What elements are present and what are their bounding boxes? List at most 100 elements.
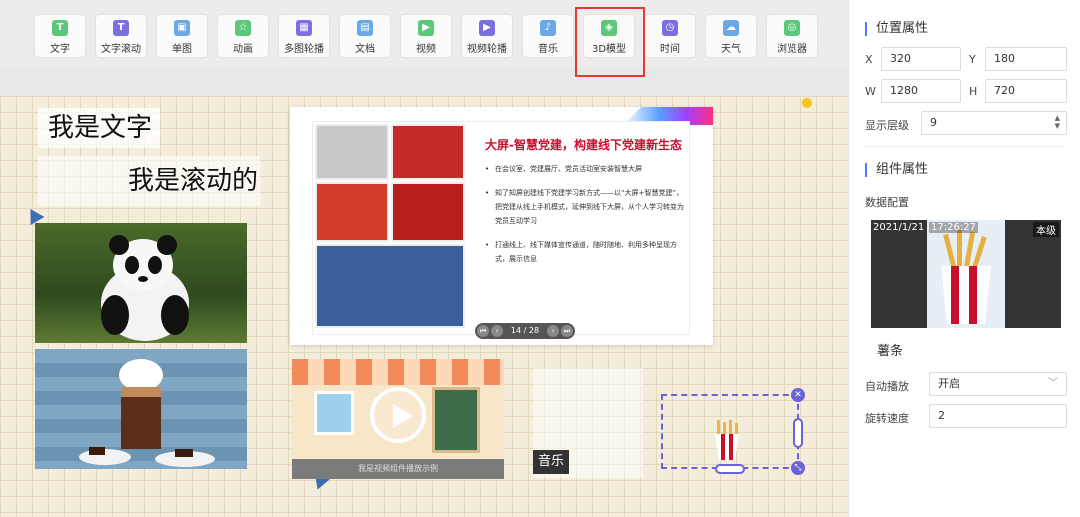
fries-preview-icon	[941, 230, 991, 324]
slide-bullet: 打通线上、线下媒体宣传通道，随时随地、利用多种呈现方式，展示信息	[485, 238, 685, 266]
tool-icon: T	[52, 20, 68, 36]
tool-3-button[interactable]: ☆ 动画	[217, 14, 269, 58]
tool-label: 文字	[50, 44, 70, 55]
prev-page-icon[interactable]: ‹	[491, 325, 503, 337]
preview-badge: 本级	[1033, 222, 1059, 237]
property-panel: 位置属性 X 320 Y 180 W 1280 H 720 显示层级 9 ▲ ▼ …	[848, 0, 1080, 517]
tool-label: 时间	[660, 44, 680, 55]
tool-icon: ♪	[540, 20, 556, 36]
tool-5-button[interactable]: ▤ 文档	[339, 14, 391, 58]
chevron-down-icon: ﹀	[1048, 378, 1058, 389]
data-config-label: 数据配置	[865, 196, 909, 209]
y-input[interactable]: 180	[985, 47, 1067, 71]
tool-icon: ☆	[235, 20, 251, 36]
tool-4-button[interactable]: ▦ 多图轮播	[278, 14, 330, 58]
text-component[interactable]: 我是文字	[38, 108, 160, 148]
preview-date: 2021/1/21	[873, 222, 925, 233]
editor-app: T 文字 T 文字滚动 ▣ 单图 ☆ 动画 ▦ 多图轮播 ▤ 文档 ▶ 视频 ▶ 视频轮播 ♪ 音乐 ◈ 3D模型 ◷ 时…	[0, 0, 1080, 517]
h-input[interactable]: 720	[985, 79, 1067, 103]
tool-label: 浏览器	[777, 44, 807, 55]
model-preview[interactable]: 2021/1/21 17:26:27 本级	[871, 220, 1061, 328]
divider	[865, 146, 1065, 147]
stepper-arrows-icon[interactable]: ▲ ▼	[1055, 114, 1060, 130]
tool-1-button[interactable]: T 文字滚动	[95, 14, 147, 58]
slide-title: 大屏-智慧党建，构建线下党建新生态	[485, 138, 682, 152]
close-icon[interactable]: ✕	[791, 388, 805, 402]
tool-8-button[interactable]: ♪ 音乐	[522, 14, 574, 58]
layer-stepper[interactable]: 9 ▲ ▼	[921, 111, 1067, 135]
selected-3d-model[interactable]: ✕ ⤡	[661, 388, 805, 475]
autoplay-label: 自动播放	[865, 380, 909, 393]
preview-time: 17:26:27	[929, 222, 978, 233]
scroll-text-component[interactable]: 我是滚动的	[38, 156, 260, 206]
slide: 大屏-智慧党建，构建线下党建新生态 在会议室、党建展厅、党员活动室安装智慧大屏 …	[312, 121, 690, 339]
component-section-title: 组件属性	[865, 163, 928, 177]
tool-label: 文字滚动	[101, 44, 141, 55]
shop-window	[314, 391, 354, 435]
tool-icon: ◎	[784, 20, 800, 36]
image-chocolate-drink[interactable]	[35, 349, 247, 469]
decor-dot	[802, 98, 812, 108]
panda-image	[101, 235, 189, 341]
tool-label: 单图	[172, 44, 192, 55]
tool-label: 视频轮播	[467, 44, 507, 55]
tool-label: 动画	[233, 44, 253, 55]
image-panda[interactable]	[35, 223, 247, 343]
tool-11-button[interactable]: ☁ 天气	[705, 14, 757, 58]
tool-label: 天气	[721, 44, 741, 55]
tool-10-button[interactable]: ◷ 时间	[644, 14, 696, 58]
tool-label: 多图轮播	[284, 44, 324, 55]
next-page-icon[interactable]: ›	[547, 325, 559, 337]
autoplay-select[interactable]: 开启 ﹀	[929, 372, 1067, 396]
tool-icon: ▣	[174, 20, 190, 36]
music-label: 音乐	[533, 450, 570, 474]
resize-icon[interactable]: ⤡	[791, 461, 805, 475]
tool-icon: ▦	[296, 20, 312, 36]
slide-bullets: 在会议室、党建展厅、党员活动室安装智慧大屏 知了知屏创建线下党建学习新方式——以…	[485, 162, 685, 276]
tool-2-button[interactable]: ▣ 单图	[156, 14, 208, 58]
component-toolbar: T 文字 T 文字滚动 ▣ 单图 ☆ 动画 ▦ 多图轮播 ▤ 文档 ▶ 视频 ▶ 视频轮播 ♪ 音乐 ◈ 3D模型 ◷ 时…	[0, 0, 848, 66]
tool-label: 文档	[355, 44, 375, 55]
resize-handle-bottom[interactable]	[715, 464, 745, 474]
tool-12-button[interactable]: ◎ 浏览器	[766, 14, 818, 58]
slide-photo-collage	[315, 124, 467, 332]
tool-icon: ◷	[662, 20, 678, 36]
shop-awning	[292, 359, 504, 385]
slide-bullet: 在会议室、党建展厅、党员活动室安装智慧大屏	[485, 162, 685, 176]
last-page-icon[interactable]: ⏭	[561, 325, 573, 337]
slide-bullet: 知了知屏创建线下党建学习新方式——以“大屏+智慧党建”，把党建从线上手机模式，延…	[485, 186, 685, 228]
tool-icon: ▶	[418, 20, 434, 36]
shop-door	[432, 387, 480, 453]
tool-icon: ☁	[723, 20, 739, 36]
multi-image-carousel[interactable]: 大屏-智慧党建，构建线下党建新生态 在会议室、党建展厅、党员活动室安装智慧大屏 …	[290, 107, 713, 345]
tool-6-button[interactable]: ▶ 视频	[400, 14, 452, 58]
design-canvas[interactable]: 我是文字 我是滚动的 大屏-智慧党建，构建线下党建新生态 • 在会议室、党建展厅…	[0, 96, 848, 517]
page-indicator: 14 / 28	[510, 326, 540, 335]
model-name: 薯条	[877, 344, 904, 359]
rotate-speed-input[interactable]: 2	[929, 404, 1067, 428]
layer-value: 9	[930, 116, 937, 129]
layer-label: 显示层级	[865, 119, 909, 132]
tool-label: 音乐	[538, 44, 558, 55]
tool-0-button[interactable]: T 文字	[34, 14, 86, 58]
first-page-icon[interactable]: ⏮	[477, 325, 489, 337]
video-caption: 我是视频组件播放示例	[292, 459, 504, 479]
play-icon[interactable]	[370, 387, 426, 443]
autoplay-value: 开启	[938, 377, 960, 390]
x-input[interactable]: 320	[881, 47, 961, 71]
toolbar-strip	[0, 66, 848, 96]
y-label: Y	[969, 53, 976, 66]
w-input[interactable]: 1280	[881, 79, 961, 103]
tool-7-button[interactable]: ▶ 视频轮播	[461, 14, 513, 58]
tool-icon: ▤	[357, 20, 373, 36]
drink-image	[79, 359, 215, 467]
h-label: H	[969, 85, 978, 98]
highlight-box-3d-model	[575, 7, 645, 77]
tool-icon: ▶	[479, 20, 495, 36]
carousel-pager: ⏮ ‹ 14 / 28 › ⏭	[475, 323, 575, 339]
preview-image	[927, 220, 1005, 328]
video-component[interactable]: 我是视频组件播放示例	[292, 359, 504, 479]
w-label: W	[865, 85, 876, 98]
resize-handle-right[interactable]	[793, 418, 803, 448]
fries-model-icon	[715, 420, 739, 460]
